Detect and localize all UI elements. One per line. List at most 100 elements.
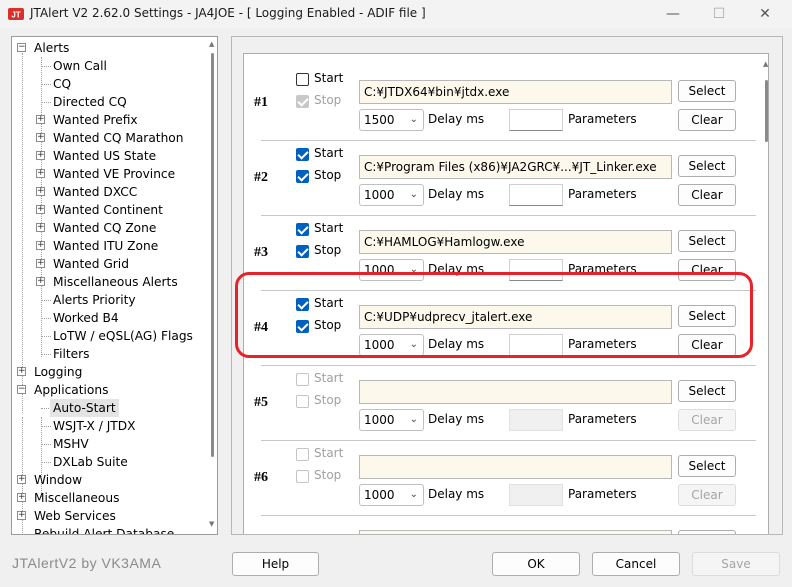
tree-item-wanted-grid[interactable]: Wanted Grid (53, 255, 129, 273)
path-field[interactable]: C:¥HAMLOG¥Hamlogw.exe (359, 230, 672, 254)
tree-scrollbar[interactable]: ▲ ▼ (208, 37, 217, 534)
delay-select[interactable]: 1500 ⌄ (359, 109, 424, 131)
parameters-input[interactable] (509, 259, 563, 281)
start-checkbox[interactable] (296, 223, 309, 236)
expand-icon[interactable]: + (17, 493, 26, 502)
select-button[interactable]: Select (678, 155, 736, 177)
select-button[interactable]: Select (678, 230, 736, 252)
tree-item-wanted-cq-zone[interactable]: Wanted CQ Zone (53, 219, 156, 237)
tree-item-lotw-eqsl-ag-flags[interactable]: LoTW / eQSL(AG) Flags (53, 327, 193, 345)
maximize-button[interactable]: ☐ (696, 0, 742, 28)
tree-item-wanted-us-state[interactable]: Wanted US State (53, 147, 156, 165)
select-button[interactable] (678, 530, 736, 534)
delay-select[interactable]: 1000 ⌄ (359, 409, 424, 431)
path-field[interactable] (359, 530, 672, 534)
expand-icon[interactable]: + (17, 475, 26, 484)
tree-item-wanted-itu-zone[interactable]: Wanted ITU Zone (53, 237, 158, 255)
path-field[interactable] (359, 380, 672, 404)
stop-checkbox[interactable] (296, 470, 309, 483)
start-checkbox[interactable] (296, 448, 309, 461)
select-button[interactable]: Select (678, 380, 736, 402)
delay-select[interactable]: 1000 ⌄ (359, 259, 424, 281)
expand-icon[interactable]: + (36, 187, 45, 196)
tree-item-alerts[interactable]: Alerts (34, 39, 69, 57)
tree-item-worked-b4[interactable]: Worked B4 (53, 309, 119, 327)
delay-select[interactable]: 1000 ⌄ (359, 184, 424, 206)
expand-icon[interactable]: + (36, 115, 45, 124)
expand-icon[interactable]: + (36, 241, 45, 250)
collapse-icon[interactable]: − (17, 385, 26, 394)
scroll-up-icon[interactable]: ▲ (763, 60, 768, 68)
tree-item-miscellaneous[interactable]: Miscellaneous (34, 489, 119, 507)
tree-item-web-services[interactable]: Web Services (34, 507, 116, 525)
tree-item-alerts-priority[interactable]: Alerts Priority (53, 291, 136, 309)
expand-icon[interactable]: + (36, 133, 45, 142)
tree-item-miscellaneous-alerts[interactable]: Miscellaneous Alerts (53, 273, 178, 291)
tree-item-filters[interactable]: Filters (53, 345, 90, 363)
tree-scroll-thumb[interactable] (211, 53, 214, 457)
parameters-input[interactable] (509, 109, 563, 131)
clear-button[interactable]: Clear (678, 184, 736, 206)
path-field[interactable]: C:¥UDP¥udprecv_jtalert.exe (359, 305, 672, 329)
tree-item-own-call[interactable]: Own Call (53, 57, 107, 75)
tree-item-directed-cq[interactable]: Directed CQ (53, 93, 127, 111)
stop-checkbox[interactable] (296, 170, 309, 183)
tree-item-cq[interactable]: CQ (53, 75, 71, 93)
settings-tree[interactable]: ▲ ▼ − Alerts Own Call CQ Directed CQ + Wanted … (11, 36, 218, 535)
panel-scrollbar[interactable]: ▲ (763, 54, 768, 534)
expand-icon[interactable]: + (36, 151, 45, 160)
clear-button[interactable]: Clear (678, 409, 736, 431)
start-checkbox[interactable] (296, 73, 309, 86)
select-button[interactable]: Select (678, 80, 736, 102)
expand-icon[interactable]: + (36, 223, 45, 232)
tree-item-rebuild-alert-database[interactable]: Rebuild Alert Database (34, 525, 174, 534)
select-button[interactable]: Select (678, 305, 736, 327)
delay-select[interactable]: 1000 ⌄ (359, 334, 424, 356)
tree-item-logging[interactable]: Logging (34, 363, 82, 381)
parameters-input[interactable] (509, 334, 563, 356)
parameters-input[interactable] (509, 409, 563, 431)
parameters-input[interactable] (509, 184, 563, 206)
scroll-down-icon[interactable]: ▼ (209, 520, 214, 528)
tree-item-wsjt-x-jtdx[interactable]: WSJT-X / JTDX (53, 417, 135, 435)
stop-checkbox[interactable] (296, 320, 309, 333)
start-checkbox[interactable] (296, 373, 309, 386)
cancel-button[interactable]: Cancel (592, 552, 680, 576)
ok-button[interactable]: OK (492, 552, 580, 576)
expand-icon[interactable]: + (17, 511, 26, 520)
tree-item-mshv[interactable]: MSHV (53, 435, 89, 453)
save-button[interactable]: Save (692, 552, 780, 576)
collapse-icon[interactable]: − (17, 43, 26, 52)
tree-item-wanted-prefix[interactable]: Wanted Prefix (53, 111, 138, 129)
help-button[interactable]: Help (232, 552, 319, 576)
clear-button[interactable]: Clear (678, 109, 736, 131)
expand-icon[interactable]: + (36, 205, 45, 214)
clear-button[interactable]: Clear (678, 259, 736, 281)
select-button[interactable]: Select (678, 455, 736, 477)
expand-icon[interactable]: + (17, 367, 26, 376)
panel-scroll-thumb[interactable] (765, 80, 768, 142)
tree-item-auto-start[interactable]: Auto-Start (50, 399, 119, 417)
stop-checkbox[interactable] (296, 245, 309, 258)
stop-checkbox[interactable] (296, 395, 309, 408)
tree-item-wanted-cq-marathon[interactable]: Wanted CQ Marathon (53, 129, 183, 147)
clear-button[interactable]: Clear (678, 484, 736, 506)
path-field[interactable]: C:¥JTDX64¥bin¥jtdx.exe (359, 80, 672, 104)
expand-icon[interactable]: + (36, 259, 45, 268)
tree-item-window[interactable]: Window (34, 471, 82, 489)
start-checkbox[interactable] (296, 148, 309, 161)
clear-button[interactable]: Clear (678, 334, 736, 356)
minimize-button[interactable]: — (650, 0, 696, 28)
tree-item-wanted-ve-province[interactable]: Wanted VE Province (53, 165, 175, 183)
start-checkbox[interactable] (296, 298, 309, 311)
path-field[interactable] (359, 455, 672, 479)
parameters-input[interactable] (509, 484, 563, 506)
tree-item-wanted-continent[interactable]: Wanted Continent (53, 201, 163, 219)
expand-icon[interactable]: + (36, 169, 45, 178)
stop-checkbox[interactable] (296, 95, 309, 108)
delay-select[interactable]: 1000 ⌄ (359, 484, 424, 506)
path-field[interactable]: C:¥Program Files (x86)¥JA2GRC¥...¥JT_Lin… (359, 155, 672, 179)
tree-item-applications[interactable]: Applications (34, 381, 108, 399)
scroll-up-icon[interactable]: ▲ (209, 40, 214, 48)
tree-item-wanted-dxcc[interactable]: Wanted DXCC (53, 183, 137, 201)
